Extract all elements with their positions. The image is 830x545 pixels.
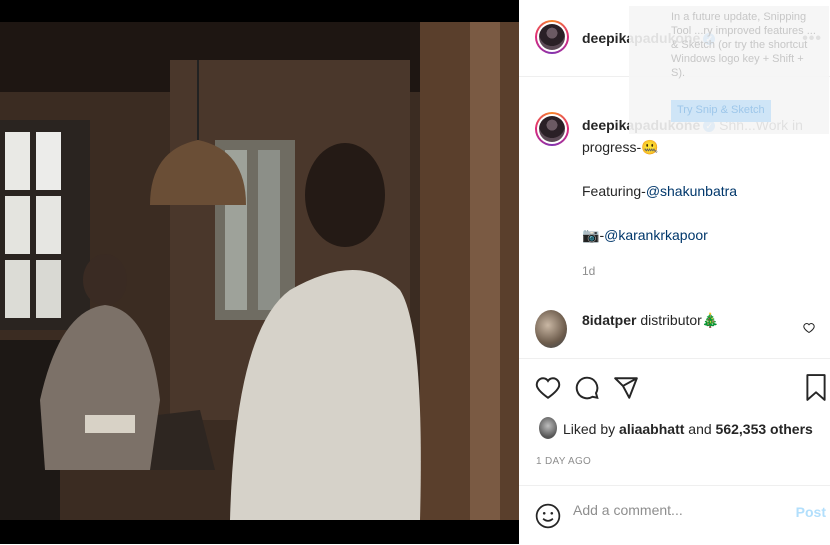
comment-emoji: 🎄: [701, 312, 720, 328]
caption-time[interactable]: 1d: [582, 260, 822, 282]
author-avatar[interactable]: [535, 20, 569, 54]
mention-karankrkapoor[interactable]: @karankrkapoor: [604, 227, 708, 243]
comment-bubble-icon[interactable]: [574, 375, 600, 401]
post-image[interactable]: [0, 0, 519, 544]
save-bookmark-icon[interactable]: [805, 374, 827, 402]
likes-and: and: [688, 421, 712, 437]
likes-count[interactable]: 562,353 others: [716, 421, 813, 437]
commenter-username[interactable]: 8idatper: [582, 312, 636, 328]
comment-like-icon[interactable]: [803, 322, 815, 334]
share-send-icon[interactable]: [613, 375, 639, 401]
snipping-tool-button-label[interactable]: Try Snip & Sketch: [677, 104, 765, 116]
post-actions: [519, 368, 830, 408]
caption-emoji: 🤐: [641, 139, 659, 155]
comment-text: distributor: [640, 312, 702, 328]
add-comment-bar: Post: [519, 485, 830, 545]
post-timestamp[interactable]: 1 DAY AGO: [536, 456, 591, 467]
liker-avatar[interactable]: [539, 417, 557, 439]
snipping-tool-text: In a future update, Snipping Tool ...ry …: [671, 11, 816, 79]
snipping-tool-button[interactable]: Try Snip & Sketch: [671, 100, 771, 122]
mention-shakunbatra[interactable]: @shakunbatra: [646, 183, 737, 199]
post-caption: deepikapadukone✓ Shh...Work in progress-…: [582, 114, 822, 282]
like-heart-icon[interactable]: [535, 375, 561, 401]
camera-emoji: 📷: [582, 227, 600, 243]
liked-by-label: Liked by: [563, 421, 616, 437]
featuring-label: Featuring-: [582, 183, 646, 199]
post-comment-button[interactable]: Post: [796, 504, 826, 520]
caption-author-avatar[interactable]: [535, 112, 569, 146]
video-frame: [0, 0, 519, 544]
emoji-smiley-icon[interactable]: [535, 503, 561, 529]
add-comment-input[interactable]: [571, 501, 775, 519]
likes-summary: Liked by aliaabhatt and 562,353 others: [563, 421, 813, 437]
comment-item: 8idatper distributor🎄: [519, 300, 830, 359]
liker-username[interactable]: aliaabhatt: [619, 421, 684, 437]
commenter-avatar[interactable]: [535, 310, 567, 348]
